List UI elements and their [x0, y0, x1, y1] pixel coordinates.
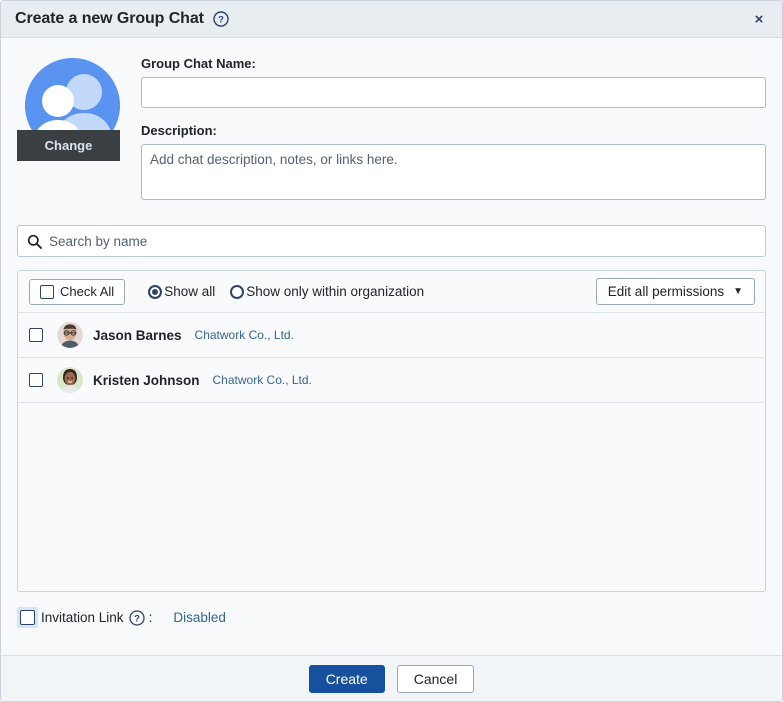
radio-show-within-org-label: Show only within organization [246, 284, 424, 299]
check-all-label: Check All [60, 284, 114, 299]
dialog-header: Create a new Group Chat ? × [1, 1, 782, 38]
invitation-link-status: Disabled [173, 610, 226, 625]
search-section [1, 205, 782, 257]
member-name: Jason Barnes [93, 328, 182, 343]
member-list: Jason Barnes Chatwork Co., Ltd. [18, 313, 765, 591]
search-box[interactable] [17, 225, 766, 257]
member-checkbox[interactable] [29, 373, 43, 387]
radio-show-within-org-control[interactable] [230, 285, 244, 299]
invitation-link-checkbox-control[interactable] [20, 610, 35, 625]
svg-text:?: ? [218, 15, 224, 26]
radio-show-within-org[interactable]: Show only within organization [230, 284, 424, 299]
radio-show-all[interactable]: Show all [148, 284, 215, 299]
title-help-icon[interactable]: ? [213, 11, 229, 27]
invitation-link-colon: : [149, 610, 153, 625]
check-all-checkbox[interactable] [40, 285, 54, 299]
member-organization: Chatwork Co., Ltd. [195, 328, 294, 342]
invitation-link-section: Invitation Link ? : Disabled [1, 592, 782, 628]
member-selection-panel: Check All Show all Show only within orga… [17, 270, 766, 592]
group-chat-name-label: Group Chat Name: [141, 56, 766, 71]
description-label: Description: [141, 123, 766, 138]
close-icon[interactable]: × [746, 6, 772, 32]
radio-show-all-label: Show all [164, 284, 215, 299]
svg-text:?: ? [134, 613, 140, 624]
description-textarea[interactable] [141, 144, 766, 200]
search-icon [27, 234, 42, 249]
search-input[interactable] [49, 226, 765, 256]
avatar [57, 322, 83, 348]
invitation-link-label: Invitation Link [41, 610, 124, 625]
dialog-title: Create a new Group Chat [15, 10, 204, 28]
member-panel-toolbar: Check All Show all Show only within orga… [18, 271, 765, 313]
form-fields: Group Chat Name: Description: [141, 56, 766, 205]
group-chat-name-input[interactable] [141, 77, 766, 108]
invitation-link-help-icon[interactable]: ? [129, 610, 145, 626]
radio-show-all-control[interactable] [148, 285, 162, 299]
check-all-button[interactable]: Check All [29, 279, 125, 305]
member-name: Kristen Johnson [93, 373, 200, 388]
member-checkbox[interactable] [29, 328, 43, 342]
group-avatar-uploader[interactable]: Change [17, 58, 120, 161]
member-organization: Chatwork Co., Ltd. [213, 373, 312, 387]
table-row[interactable]: Kristen Johnson Chatwork Co., Ltd. [18, 358, 765, 403]
create-button[interactable]: Create [309, 665, 385, 693]
invitation-link-checkbox[interactable] [17, 607, 38, 628]
edit-all-permissions-dropdown[interactable]: Edit all permissions ▼ [596, 278, 755, 305]
visibility-radio-group: Show all Show only within organization [148, 284, 424, 299]
cancel-button[interactable]: Cancel [397, 665, 475, 693]
table-row[interactable]: Jason Barnes Chatwork Co., Ltd. [18, 313, 765, 358]
avatar [57, 367, 83, 393]
chevron-down-icon: ▼ [733, 286, 743, 297]
dialog-footer: Create Cancel [1, 655, 782, 701]
create-group-chat-dialog: Create a new Group Chat ? × [0, 0, 783, 702]
edit-all-permissions-label: Edit all permissions [608, 284, 724, 299]
avatar-change-label[interactable]: Change [17, 130, 120, 161]
top-form-section: Change Group Chat Name: Description: [1, 38, 782, 205]
